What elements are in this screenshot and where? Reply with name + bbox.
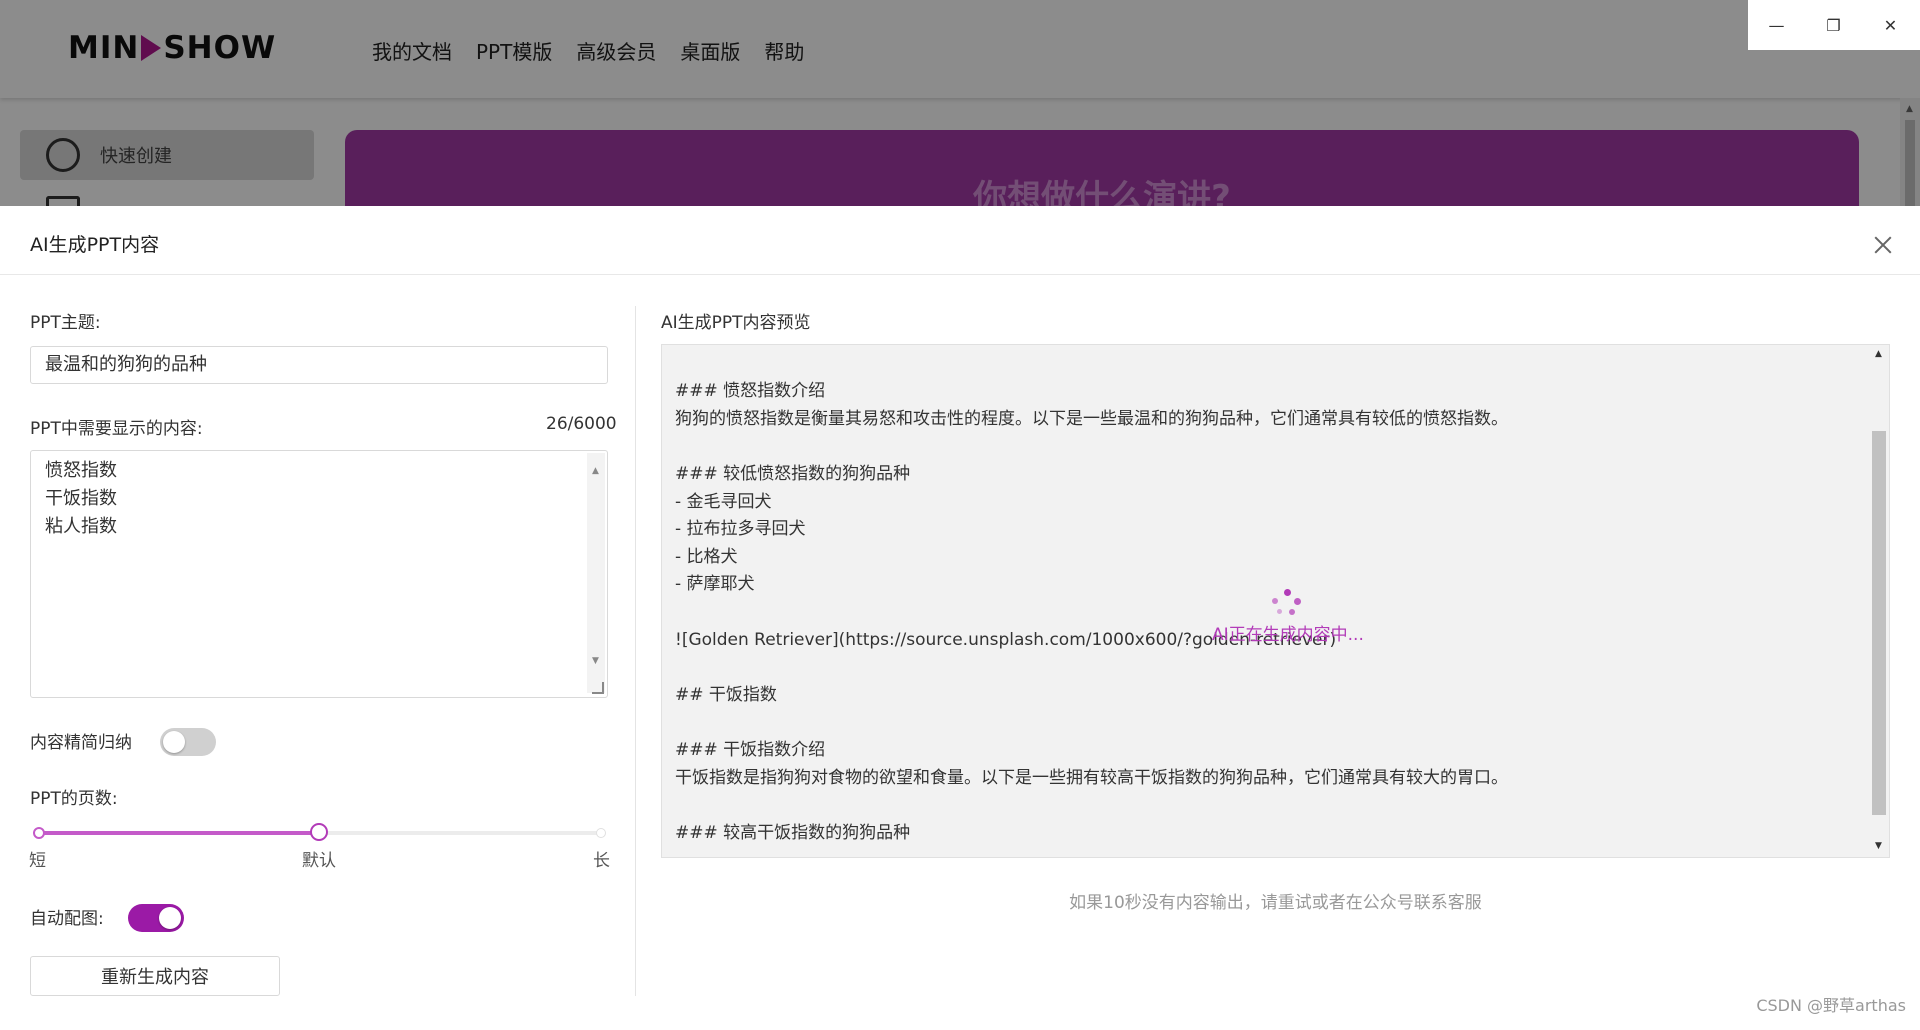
preview-line — [675, 792, 1855, 820]
preview-line: ### 干饭指数介绍 — [675, 739, 826, 760]
pages-slider[interactable] — [33, 823, 606, 841]
modal-title: AI生成PPT内容 — [30, 234, 160, 256]
pages-option-short: 短 — [29, 851, 46, 871]
preview-line — [675, 433, 1855, 461]
loading-spinner-icon — [1272, 589, 1302, 619]
preview-line: - 拉布拉多寻回犬 — [675, 519, 806, 540]
close-window-icon[interactable]: ✕ — [1862, 0, 1919, 50]
preview-line: ## 愤怒指数 — [675, 345, 1855, 351]
spinner-dot — [1272, 598, 1278, 604]
ai-generate-modal: AI生成PPT内容 PPT主题: 最温和的狗狗的品种 PPT中需要显示的内容: … — [0, 206, 1920, 1030]
auto-image-toggle[interactable] — [128, 904, 184, 932]
retry-hint: 如果10秒没有内容输出，请重试或者在公众号联系客服 — [1069, 893, 1482, 913]
content-textarea[interactable]: 愤怒指数 干饭指数 粘人指数 ▲ ▼ — [30, 450, 608, 698]
content-line: 粘人指数 — [45, 516, 117, 537]
summarize-label: 内容精简归纳 — [30, 733, 132, 753]
preview-line: ### 较高干饭指数的狗狗品种 — [675, 822, 911, 843]
slider-mark-long[interactable] — [596, 828, 606, 838]
slider-mark-short[interactable] — [33, 827, 45, 839]
preview-line — [675, 654, 1855, 682]
preview-line — [675, 709, 1855, 737]
preview-line: - 萨摩耶犬 — [675, 574, 755, 595]
pages-option-long: 长 — [593, 851, 610, 871]
slider-handle[interactable] — [310, 823, 328, 841]
textarea-scrollbar[interactable]: ▲ ▼ — [587, 453, 605, 693]
scrollbar-thumb[interactable] — [1872, 431, 1886, 815]
auto-image-label: 自动配图: — [30, 909, 104, 929]
slider-fill — [38, 831, 320, 835]
preview-line: - 比格犬 — [675, 546, 738, 567]
spinner-dot — [1277, 609, 1282, 614]
regenerate-button[interactable]: 重新生成内容 — [30, 956, 280, 996]
toggle-knob — [163, 731, 185, 753]
preview-line — [675, 351, 1855, 379]
restore-icon[interactable]: ❐ — [1805, 0, 1862, 50]
scroll-down-icon[interactable]: ▼ — [1875, 841, 1882, 851]
loading-text: AI正在生成内容中... — [1212, 625, 1364, 645]
preview-scrollbar[interactable]: ▲ ▼ — [1869, 345, 1889, 857]
toggle-knob — [159, 907, 181, 929]
modal-header-divider — [0, 274, 1920, 275]
preview-line: ### 愤怒指数介绍 — [675, 381, 826, 402]
resize-handle-icon[interactable] — [592, 682, 604, 694]
spinner-dot — [1284, 589, 1291, 596]
content-line: 愤怒指数 — [45, 460, 117, 481]
spinner-dot — [1294, 598, 1301, 605]
modal-backdrop[interactable] — [0, 0, 1920, 206]
preview-line: 干饭指数是指狗狗对食物的欲望和食量。以下是一些拥有较高干饭指数的狗狗品种，它们通… — [675, 767, 1508, 788]
content-label: PPT中需要显示的内容: — [30, 419, 203, 439]
preview-line: 狗狗的愤怒指数是衡量其易怒和攻击性的程度。以下是一些最温和的狗狗品种，它们通常具… — [675, 408, 1508, 429]
preview-content: ## 愤怒指数 ### 愤怒指数介绍狗狗的愤怒指数是衡量其易怒和攻击性的程度。以下… — [675, 345, 1855, 847]
char-counter: 26/6000 — [546, 414, 617, 434]
preview-label: AI生成PPT内容预览 — [661, 313, 811, 333]
topic-input[interactable]: 最温和的狗狗的品种 — [30, 346, 608, 384]
scroll-up-icon[interactable]: ▲ — [1875, 349, 1882, 359]
preview-line: ## 干饭指数 — [675, 684, 777, 705]
topic-label: PPT主题: — [30, 313, 101, 333]
summarize-toggle[interactable] — [160, 728, 216, 756]
spinner-dot — [1289, 609, 1295, 615]
minimize-icon[interactable]: — — [1748, 0, 1805, 50]
window-controls: — ❐ ✕ — [1748, 0, 1920, 50]
content-line: 干饭指数 — [45, 488, 117, 509]
preview-line: ### 较低愤怒指数的狗狗品种 — [675, 463, 911, 484]
pages-option-default: 默认 — [302, 851, 336, 871]
pages-label: PPT的页数: — [30, 789, 118, 809]
watermark: CSDN @野草arthas — [1756, 996, 1906, 1015]
scroll-up-icon[interactable]: ▲ — [592, 457, 599, 485]
panel-divider — [635, 306, 636, 996]
close-icon[interactable] — [1872, 234, 1894, 256]
preview-line: - 金毛寻回犬 — [675, 491, 772, 512]
scroll-down-icon[interactable]: ▼ — [592, 647, 599, 675]
